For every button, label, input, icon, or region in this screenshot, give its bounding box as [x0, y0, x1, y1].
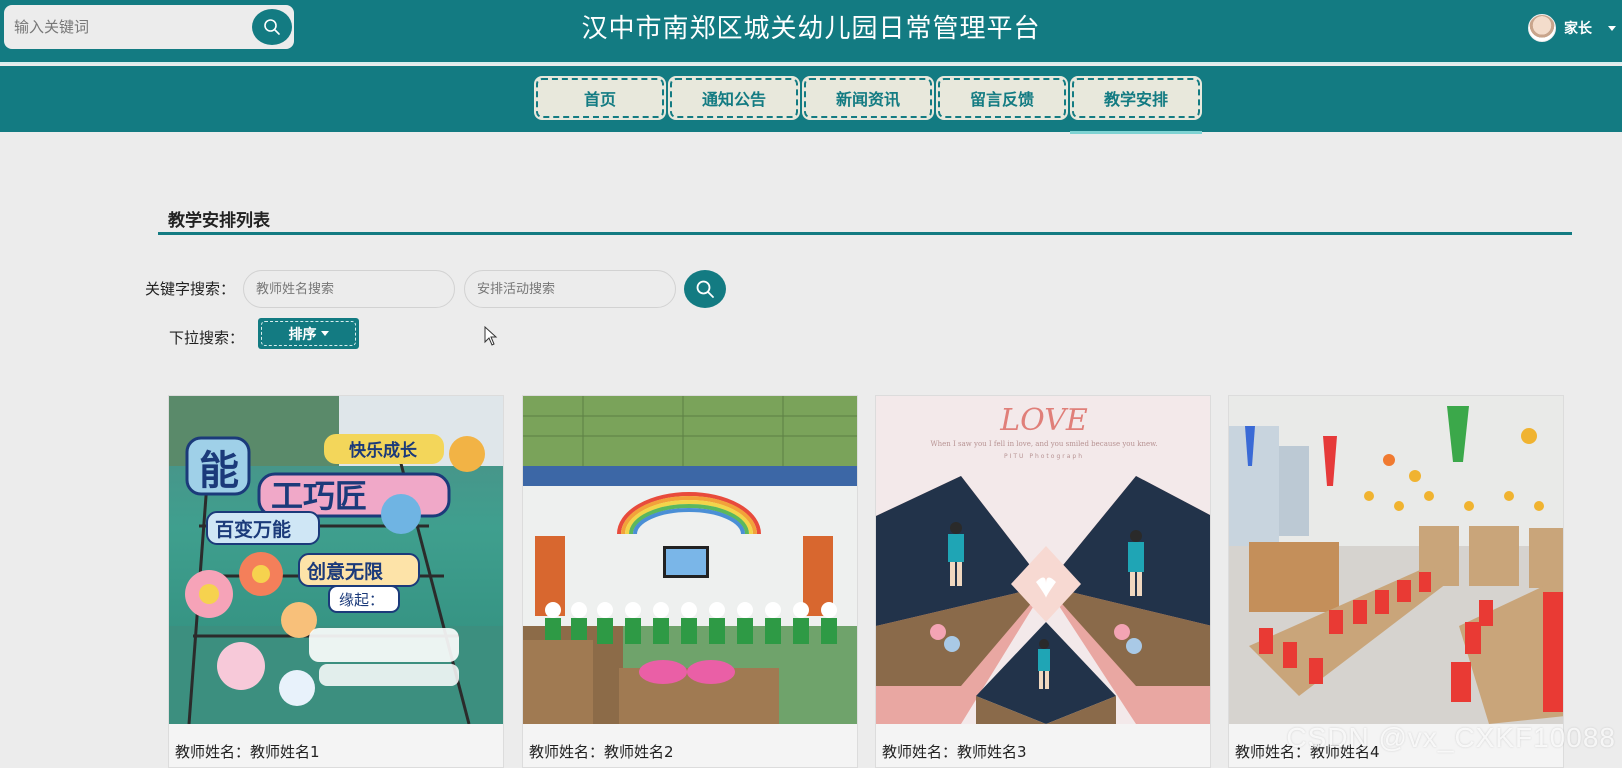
craft-tag-3: 缘起：	[339, 591, 384, 609]
craft-tag-1: 百变万能	[215, 518, 291, 541]
dropdown-search-label: 下拉搜索：	[169, 329, 245, 347]
chevron-down-icon	[320, 331, 329, 336]
craft-tag-2: 创意无限	[306, 560, 383, 583]
chevron-down-icon	[1608, 25, 1616, 31]
classroom-photo	[523, 396, 857, 724]
card-image	[523, 396, 857, 724]
global-search-button[interactable]	[252, 9, 292, 45]
love-subtitle: When I saw you I fell in love, and you s…	[930, 440, 1157, 448]
top-header: 汉中市南郑区城关幼儿园日常管理平台 家长	[0, 0, 1622, 64]
keyword-search-label: 关键字搜索：	[145, 280, 236, 298]
nav-item-home[interactable]: 首页	[535, 77, 665, 119]
sort-button-inner: 排序	[261, 321, 356, 346]
global-search-input[interactable]	[14, 11, 244, 43]
nav-item-feedback[interactable]: 留言反馈	[937, 77, 1067, 119]
nav-item-label: 首页	[583, 90, 616, 109]
card-image: LOVE When I saw you I fell in love, and …	[876, 396, 1210, 724]
user-role-label: 家长	[1564, 21, 1592, 37]
filter-search-button[interactable]	[684, 270, 726, 308]
love-title: LOVE	[999, 403, 1088, 438]
dance-collage-photo: LOVE When I saw you I fell in love, and …	[876, 396, 1210, 724]
teacher-name-input[interactable]	[243, 270, 455, 308]
nav-list: 首页 通知公告 新闻资讯 留言反馈 教学安排	[535, 77, 1202, 134]
title-divider	[158, 232, 1572, 235]
avatar	[1528, 14, 1556, 42]
craft-char: 能	[199, 448, 239, 494]
nav-item-label: 留言反馈	[969, 90, 1034, 109]
schedule-card[interactable]: 教师姓名：教师姓名4	[1228, 395, 1564, 768]
mouse-cursor-icon	[484, 326, 498, 346]
page-title: 教学安排列表	[168, 211, 270, 231]
nav-item-news[interactable]: 新闻资讯	[803, 77, 933, 119]
search-icon	[264, 19, 280, 35]
card-image: 能 工巧匠 快乐成长 百变万能 创意无限 缘起：	[169, 396, 503, 724]
watermark: CSDN @vx_CXKF10088	[1286, 722, 1616, 753]
nav-item-label: 新闻资讯	[835, 90, 900, 109]
teacher-name-caption: 教师姓名：教师姓名3	[882, 743, 1027, 761]
nav-item-teaching[interactable]: 教学安排	[1070, 77, 1202, 134]
card-image	[1229, 396, 1563, 724]
teacher-name-caption: 教师姓名：教师姓名1	[175, 743, 320, 761]
sort-label: 排序	[288, 326, 317, 343]
global-search	[4, 5, 294, 49]
craft-wall-photo: 能 工巧匠 快乐成长 百变万能 创意无限 缘起：	[169, 396, 503, 724]
user-menu[interactable]: 家长	[1528, 14, 1616, 42]
schedule-card[interactable]: 能 工巧匠 快乐成长 百变万能 创意无限 缘起： 教师姓名：教师姓名1	[168, 395, 504, 768]
sort-dropdown-button[interactable]: 排序	[258, 318, 359, 349]
craft-banner: 快乐成长	[349, 440, 418, 461]
dining-room-photo	[1229, 396, 1563, 724]
craft-title: 工巧匠	[271, 477, 367, 515]
nav-item-label: 通知公告	[701, 90, 766, 109]
nav-item-notices[interactable]: 通知公告	[669, 77, 799, 119]
main-nav: 首页 通知公告 新闻资讯 留言反馈 教学安排	[0, 66, 1622, 134]
activity-input[interactable]	[464, 270, 676, 308]
search-icon	[696, 280, 714, 298]
schedule-card[interactable]: 教师姓名：教师姓名2	[522, 395, 858, 768]
love-brand: PITU Photograph	[1004, 453, 1084, 460]
schedule-card[interactable]: LOVE When I saw you I fell in love, and …	[875, 395, 1211, 768]
teacher-name-caption: 教师姓名：教师姓名2	[529, 743, 674, 761]
nav-item-label: 教学安排	[1103, 90, 1168, 109]
